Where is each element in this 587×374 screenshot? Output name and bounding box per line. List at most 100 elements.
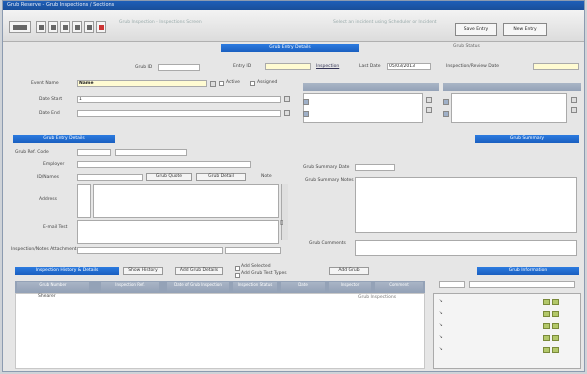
grub-quote-button[interactable]: Grub Quote <box>146 173 192 181</box>
show-history-button[interactable]: Show History <box>123 267 163 275</box>
active-label: Active <box>226 80 240 85</box>
assigned-label: Assigned <box>257 80 278 85</box>
col-grub-number[interactable]: Grub Number <box>17 282 89 292</box>
list-a[interactable] <box>303 93 423 123</box>
next-record-icon[interactable] <box>60 21 70 33</box>
list-a-header <box>303 83 439 91</box>
date-start-picker-icon[interactable] <box>284 96 290 102</box>
add-grub-details-button[interactable]: Add Grub Details <box>175 267 223 275</box>
list-a-down-icon[interactable] <box>426 107 432 113</box>
col-comment[interactable]: Comment <box>375 282 423 292</box>
last-date-label: Last Date <box>359 64 381 69</box>
save-entry-button[interactable]: Save Entry <box>455 23 497 36</box>
last-date-field[interactable]: 05/03/2013 <box>387 63 431 70</box>
list-a-add-icon[interactable] <box>303 99 309 105</box>
note-label: Note <box>261 174 272 179</box>
grub-info-row-1[interactable]: ↘ <box>439 299 443 305</box>
list-b-up-icon[interactable] <box>571 97 577 103</box>
summary-comments-field[interactable] <box>355 240 577 256</box>
grub-info-row-2[interactable]: ↘ <box>439 311 443 317</box>
email-field[interactable] <box>77 220 279 244</box>
grub-info-row-5-icon-2[interactable] <box>552 347 559 353</box>
new-entry-button[interactable]: New Entry <box>503 23 547 36</box>
address-lines[interactable] <box>77 184 91 218</box>
summary-date-label: Grub Summary Date <box>303 165 350 170</box>
grub-info-row-3-icon-2[interactable] <box>552 323 559 329</box>
grub-info-row-5-icon[interactable] <box>543 347 550 353</box>
toolbar-info-line1: Grub Inspection - Inspections Screen <box>119 20 202 25</box>
notes-attachment-field-2[interactable] <box>225 247 281 254</box>
grub-info-row-3[interactable]: ↘ <box>439 323 443 329</box>
date-start-field[interactable]: 1 <box>77 96 281 103</box>
list-b-header <box>443 83 581 91</box>
list-b[interactable] <box>451 93 567 123</box>
list-a-remove-icon[interactable] <box>303 111 309 117</box>
date-end-field[interactable] <box>77 110 281 117</box>
grub-ref-label: Grub Ref. Code <box>15 150 49 155</box>
toolbar-info-line2: Select an incident using Scheduler or In… <box>333 20 437 25</box>
grub-info-row-1-icon-2[interactable] <box>552 299 559 305</box>
grub-info-row-2-icon[interactable] <box>543 311 550 317</box>
grub-id-field[interactable] <box>158 64 200 71</box>
first-record-icon[interactable] <box>36 21 46 33</box>
event-name-label: Event Name <box>31 81 59 86</box>
grub-info-row-5[interactable]: ↘ <box>439 347 443 353</box>
id-names-label: ID/Names <box>37 175 59 180</box>
active-checkbox[interactable] <box>219 81 224 86</box>
list-b-down-icon[interactable] <box>571 107 577 113</box>
entry-id-link[interactable]: Inspection <box>316 64 339 70</box>
grub-info-row-4[interactable]: ↘ <box>439 335 443 341</box>
summary-notes-label: Grub Summary Notes <box>305 178 354 183</box>
inspection-date-field[interactable] <box>533 63 579 70</box>
prev-record-icon[interactable] <box>48 21 58 33</box>
event-name-field[interactable]: Name <box>77 80 207 87</box>
col-inspection-status[interactable]: Inspection Status <box>233 282 277 292</box>
refresh-icon[interactable] <box>84 21 94 33</box>
grub-detail-button[interactable]: Grub Detail <box>196 173 246 181</box>
list-a-up-icon[interactable] <box>426 97 432 103</box>
entry-id-field[interactable] <box>265 63 311 70</box>
address-field[interactable] <box>93 184 279 218</box>
last-record-icon[interactable] <box>72 21 82 33</box>
table-row-extra: Grub Inspections <box>358 295 397 300</box>
grub-summary-header: Grub Summary <box>475 135 579 143</box>
notes-attachment-field[interactable] <box>77 247 223 254</box>
email-label: E-mail Test <box>43 225 68 230</box>
app-logo-icon[interactable] <box>9 21 31 33</box>
grub-ref-name-field[interactable] <box>115 149 187 156</box>
date-end-label: Date End <box>39 111 60 116</box>
address-expand-icon[interactable]: ▯ <box>280 220 283 226</box>
grub-info-row-4-icon-2[interactable] <box>552 335 559 341</box>
grub-info-filter-field[interactable] <box>439 281 465 288</box>
grub-info-search-field[interactable] <box>469 281 575 288</box>
col-date[interactable]: Date <box>281 282 325 292</box>
col-inspector[interactable]: Inspector <box>329 282 371 292</box>
summary-date-field[interactable] <box>355 164 395 171</box>
grub-info-row-4-icon[interactable] <box>543 335 550 341</box>
table-row[interactable]: Shearer <box>38 294 56 300</box>
list-b-add-icon[interactable] <box>443 99 449 105</box>
add-test-types-checkbox[interactable] <box>235 273 240 278</box>
delete-icon[interactable] <box>96 21 106 33</box>
add-grub-button[interactable]: Add Grub <box>329 267 369 275</box>
summary-notes-field[interactable] <box>355 177 577 233</box>
id-names-field[interactable] <box>77 174 143 181</box>
add-selected-checkbox[interactable] <box>235 266 240 271</box>
assigned-checkbox[interactable] <box>250 81 255 86</box>
toolbar-info: Grub Inspection - Inspections Screen <box>119 20 202 26</box>
list-b-remove-icon[interactable] <box>443 111 449 117</box>
grub-info-row-3-icon[interactable] <box>543 323 550 329</box>
inspection-history-header: Inspection History & Details <box>15 267 119 275</box>
grub-info-row-1-icon[interactable] <box>543 299 550 305</box>
date-end-picker-icon[interactable] <box>284 110 290 116</box>
event-lookup-icon[interactable] <box>210 81 216 87</box>
col-inspection-date[interactable]: Date of Grub Inspection <box>167 282 229 292</box>
col-inspection-ref[interactable]: Inspection Ref. <box>101 282 159 292</box>
grub-info-row-2-icon-2[interactable] <box>552 311 559 317</box>
grub-status-label: Grub Status <box>453 44 480 49</box>
employer-field[interactable] <box>77 161 251 168</box>
history-table-body[interactable]: Shearer Grub Inspections <box>15 293 425 369</box>
grub-ref-field[interactable] <box>77 149 111 156</box>
summary-comments-label: Grub Comments <box>309 241 346 246</box>
address-scrollbar[interactable] <box>281 184 288 240</box>
